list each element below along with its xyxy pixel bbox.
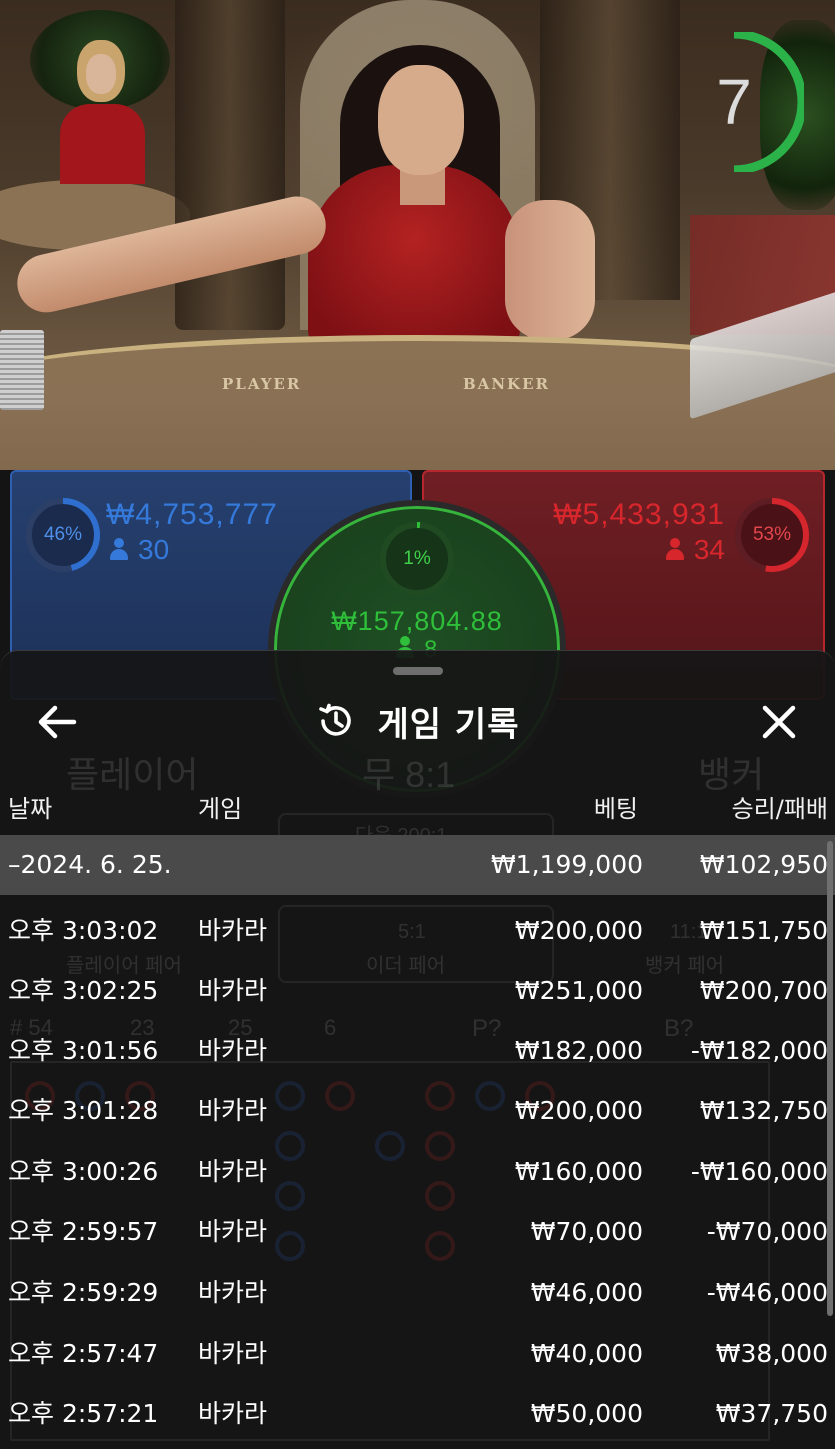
row-bet: ₩46,000 [530, 1278, 643, 1307]
player-table-label: PLAYER [222, 375, 302, 393]
row-result: -₩182,000 [690, 1036, 828, 1065]
row-bet: ₩182,000 [514, 1036, 643, 1065]
person-icon [665, 538, 684, 560]
close-button[interactable] [752, 695, 806, 749]
sheet-header: 게임 기록 [0, 691, 835, 751]
row-game: 바카라 [198, 1399, 268, 1428]
sheet-title: 게임 기록 [377, 704, 520, 745]
history-row[interactable]: 오후 3:02:25 바카라 ₩251,000 ₩200,700 [0, 961, 835, 1021]
row-bet: ₩70,000 [530, 1217, 643, 1246]
history-row[interactable]: 오후 2:59:57 바카라 ₩70,000 -₩70,000 [0, 1202, 835, 1262]
row-game: 바카라 [198, 916, 268, 945]
summary-date: –2024. 6. 25. [8, 850, 172, 879]
row-game: 바카라 [198, 976, 268, 1005]
player-total-amount: ₩4,753,777 [106, 498, 278, 531]
row-result: -₩46,000 [706, 1278, 828, 1307]
row-game: 바카라 [198, 1278, 268, 1307]
bg-player-header: 플레이어 [66, 754, 199, 795]
row-result: ₩37,750 [715, 1399, 828, 1428]
history-scrollbar[interactable] [827, 841, 833, 1316]
row-game: 바카라 [198, 1217, 268, 1246]
history-clock-icon [318, 703, 351, 736]
row-bet: ₩50,000 [530, 1399, 643, 1428]
row-bet: ₩251,000 [514, 976, 643, 1005]
person-icon [110, 538, 128, 560]
sheet-drag-handle[interactable] [393, 667, 443, 675]
game-history-sheet: 플레이어 무 8:1 뱅커 다음 200:1 플레이어 보너스 퍼펙트 페어 뱅… [0, 650, 835, 1449]
column-header-game: 게임 [198, 795, 243, 823]
row-time: 오후 2:57:21 [8, 1399, 159, 1428]
close-icon [762, 705, 796, 739]
history-row[interactable]: 오후 2:57:47 바카라 ₩40,000 ₩38,000 [0, 1324, 835, 1384]
timer-seconds: 7 [716, 66, 752, 138]
dealer-arm-right [505, 200, 595, 340]
row-bet: ₩40,000 [530, 1339, 643, 1368]
history-row[interactable]: 오후 3:03:02 바카라 ₩200,000 ₩151,750 [0, 901, 835, 961]
row-game: 바카라 [198, 1157, 268, 1186]
dealer-face [378, 65, 464, 175]
banker-bettor-count: 34 [665, 534, 725, 566]
row-time: 오후 3:02:25 [8, 976, 159, 1005]
column-header-result: 승리/패배 [731, 795, 828, 823]
row-time: 오후 3:03:02 [8, 916, 159, 945]
row-time: 오후 3:00:26 [8, 1157, 159, 1186]
row-result: ₩38,000 [715, 1339, 828, 1368]
row-bet: ₩200,000 [514, 916, 643, 945]
row-bet: ₩160,000 [514, 1157, 643, 1186]
column-header-date: 날짜 [8, 795, 53, 823]
row-result: ₩200,700 [699, 976, 828, 1005]
countdown-timer: 7 [704, 32, 804, 172]
row-result: -₩70,000 [706, 1217, 828, 1246]
player-bettor-number: 30 [138, 534, 170, 565]
row-time: 오후 2:59:57 [8, 1217, 159, 1246]
row-time: 오후 3:01:28 [8, 1096, 159, 1125]
row-time: 오후 3:01:56 [8, 1036, 159, 1065]
history-row[interactable]: 오후 3:01:28 바카라 ₩200,000 ₩132,750 [0, 1081, 835, 1141]
summary-bet-total: ₩1,199,000 [491, 850, 643, 879]
history-row[interactable]: 오후 3:01:56 바카라 ₩182,000 -₩182,000 [0, 1021, 835, 1081]
history-row[interactable]: 오후 3:00:26 바카라 ₩160,000 -₩160,000 [0, 1142, 835, 1202]
history-row[interactable]: 오후 2:59:29 바카라 ₩46,000 -₩46,000 [0, 1263, 835, 1323]
row-result: ₩132,750 [699, 1096, 828, 1125]
row-bet: ₩200,000 [514, 1096, 643, 1125]
background-dealer [55, 40, 150, 185]
live-video: PLAYER BANKER 7 [0, 0, 835, 470]
banker-percent: 53% [752, 524, 792, 545]
player-percent: 46% [43, 524, 83, 545]
banker-table-label: BANKER [463, 375, 550, 393]
bg-tie-header: 무 8:1 [362, 754, 456, 795]
column-header-bet: 베팅 [593, 795, 638, 823]
row-result: ₩151,750 [699, 916, 828, 945]
row-game: 바카라 [198, 1339, 268, 1368]
pillar-left [175, 0, 285, 330]
row-result: -₩160,000 [690, 1157, 828, 1186]
banker-bettor-number: 34 [693, 534, 725, 565]
tie-total-amount: ₩157,804.88 [331, 606, 503, 636]
player-bettor-count: 30 [110, 534, 169, 566]
banker-total-amount: ₩5,433,931 [553, 498, 725, 531]
history-row[interactable]: 오후 2:57:21 바카라 ₩50,000 ₩37,750 [0, 1384, 835, 1444]
date-summary-row[interactable]: –2024. 6. 25. ₩1,199,000 ₩102,950 [0, 835, 835, 895]
row-time: 오후 2:59:29 [8, 1278, 159, 1307]
tie-percent: 1% [403, 548, 431, 569]
card-stack [0, 330, 44, 410]
summary-result-total: ₩102,950 [699, 850, 828, 879]
row-game: 바카라 [198, 1036, 268, 1065]
row-time: 오후 2:57:47 [8, 1339, 159, 1368]
row-game: 바카라 [198, 1096, 268, 1125]
